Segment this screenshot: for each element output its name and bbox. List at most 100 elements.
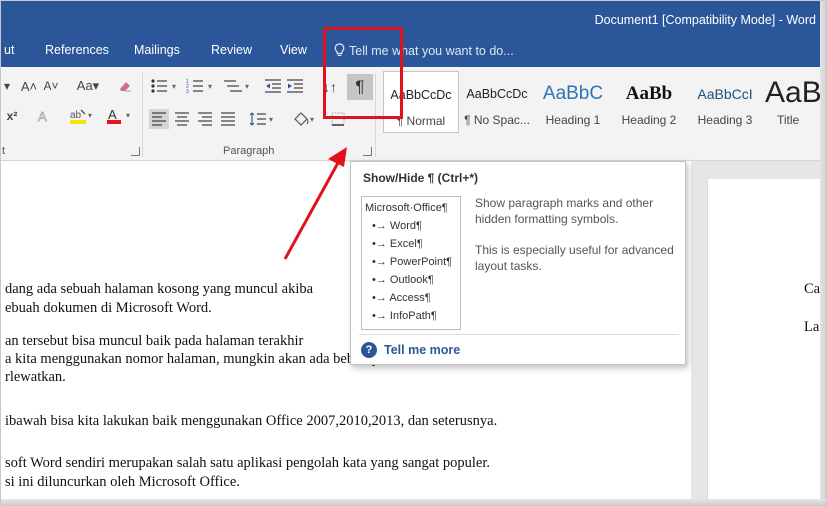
document-line: Ca — [804, 281, 821, 297]
style-sample: AaBbCcI — [697, 86, 753, 102]
eraser-icon — [120, 82, 131, 92]
shrink-font-button[interactable]: A˅ — [41, 77, 61, 95]
highlight-box — [323, 27, 403, 119]
svg-text:▾: ▾ — [310, 115, 314, 124]
svg-text:▾: ▾ — [126, 111, 130, 120]
svg-text:3: 3 — [186, 89, 189, 94]
font-size-dropdown-arrow[interactable]: ▾ — [1, 77, 13, 95]
preview-item: •→ Word¶ — [372, 220, 422, 232]
text-effects-button[interactable]: A — [33, 107, 55, 125]
tab-layout[interactable]: ut — [4, 43, 14, 57]
svg-text:A: A — [108, 107, 117, 122]
text-effects-icon: A — [38, 109, 48, 124]
justify-button[interactable] — [218, 109, 238, 129]
preview-item: •→ Excel¶ — [372, 238, 423, 250]
align-center-button[interactable] — [172, 109, 192, 129]
bullets-icon: ▾ — [151, 79, 176, 93]
align-right-button[interactable] — [195, 109, 215, 129]
tell-me-more-link[interactable]: ? Tell me more — [361, 342, 460, 358]
tooltip-description: This is especially useful for advanced l… — [475, 243, 674, 273]
style-title[interactable]: AaB Title — [763, 71, 822, 133]
svg-text:▾: ▾ — [269, 115, 273, 124]
document-line: dang ada sebuah halaman kosong yang munc… — [5, 281, 314, 297]
svg-text:▾: ▾ — [88, 111, 92, 120]
multilevel-list-button[interactable]: ▾ — [221, 77, 255, 95]
svg-text:A: A — [38, 109, 47, 124]
font-color-button[interactable]: A ▾ — [105, 107, 135, 125]
tab-mark-icon: •→ — [372, 238, 390, 250]
group-separator — [142, 73, 143, 157]
align-left-button[interactable] — [149, 109, 169, 129]
tab-view[interactable]: View — [280, 43, 307, 57]
tab-mark-icon: •→ — [372, 310, 390, 322]
ribbon: ▾ A˄ A˅ Aa▾ x² A ab▾ A▾ t ▾ 123▾ ▾ — [1, 67, 822, 161]
style-heading-2[interactable]: AaBb Heading 2 — [611, 71, 687, 133]
highlight-color-button[interactable]: ab ▾ — [67, 107, 97, 125]
tab-mark-icon: •→ — [372, 256, 390, 268]
screenshot-frame: Document1 [Compatibility Mode] - Word ut… — [0, 0, 827, 506]
document-line: an tersebut bisa muncul baik pada halama… — [5, 333, 304, 349]
style-name: ¶ No Spac... — [464, 113, 530, 127]
style-name: Title — [777, 113, 800, 127]
decrease-indent-icon — [265, 79, 281, 93]
document-line: ibawah bisa kita lakukan baik menggunaka… — [5, 413, 498, 429]
font-group-label: t — [2, 145, 6, 157]
document-line: ebuah dokumen di Microsoft Word. — [5, 300, 212, 316]
tab-references[interactable]: References — [45, 43, 109, 57]
superscript-button[interactable]: x² — [3, 107, 21, 125]
font-dialog-launcher[interactable] — [131, 147, 140, 156]
title-bar: Document1 [Compatibility Mode] - Word ut… — [1, 1, 822, 67]
numbering-icon: 123▾ — [186, 79, 212, 94]
paint-bucket-icon: ▾ — [294, 112, 314, 126]
justify-icon — [221, 112, 235, 126]
styles-gallery: AaBbCcDc ¶ Normal AaBbCcDc ¶ No Spac... … — [379, 71, 822, 133]
clear-formatting-button[interactable] — [115, 77, 135, 95]
change-case-button[interactable]: Aa▾ — [71, 77, 105, 95]
style-sample: AaBbC — [542, 83, 604, 104]
style-sample: AaB — [765, 76, 822, 109]
document-line: soft Word sendiri merupakan salah satu a… — [5, 455, 490, 471]
tab-mark-icon: •→ — [372, 220, 390, 232]
preview-item: •→ Outlook¶ — [372, 274, 434, 286]
frame-shadow — [1, 499, 826, 505]
preview-heading: Microsoft·Office¶ — [365, 202, 448, 214]
style-sample: AaBb — [625, 83, 673, 104]
highlighter-icon: ab ▾ — [70, 109, 92, 124]
tooltip-title: Show/Hide ¶ (Ctrl+*) — [363, 171, 479, 185]
tab-mailings[interactable]: Mailings — [134, 43, 180, 57]
increase-indent-button[interactable] — [285, 77, 305, 95]
style-heading-1[interactable]: AaBbC Heading 1 — [535, 71, 611, 133]
font-color-icon: A ▾ — [107, 107, 130, 124]
next-page[interactable]: Ca La — [707, 179, 822, 501]
preview-item: •→ InfoPath¶ — [372, 310, 437, 322]
style-sample: AaBbCcDc — [466, 87, 528, 101]
grow-font-button[interactable]: A˄ — [19, 77, 39, 95]
tab-review[interactable]: Review — [211, 43, 252, 57]
tab-mark-icon: •→ — [372, 274, 390, 286]
paragraph-dialog-launcher[interactable] — [363, 147, 372, 156]
svg-text:▾: ▾ — [208, 82, 212, 91]
align-left-icon — [152, 112, 166, 126]
align-right-icon — [198, 112, 212, 126]
shading-button[interactable]: ▾ — [291, 109, 317, 129]
decrease-indent-button[interactable] — [263, 77, 283, 95]
increase-indent-icon — [287, 79, 303, 93]
line-spacing-button[interactable]: ▾ — [247, 109, 279, 129]
style-no-spacing[interactable]: AaBbCcDc ¶ No Spac... — [459, 71, 535, 133]
line-spacing-icon: ▾ — [249, 112, 273, 126]
document-line: La — [804, 319, 820, 335]
document-line: si ini diluncurkan oleh Microsoft Office… — [5, 474, 240, 490]
numbering-button[interactable]: 1 2 3 ▾ — [185, 77, 219, 95]
style-heading-3[interactable]: AaBbCcI Heading 3 — [687, 71, 763, 133]
show-hide-tooltip: Show/Hide ¶ (Ctrl+*) Microsoft·Office¶ •… — [350, 161, 686, 365]
formatting-marks-preview: Microsoft·Office¶ •→ Word¶ •→ Excel¶ •→ … — [361, 196, 461, 330]
bullets-button[interactable]: ▾ — [149, 77, 183, 95]
help-link-label: Tell me more — [384, 343, 461, 357]
style-name: Heading 2 — [621, 113, 677, 127]
style-name: Heading 1 — [545, 113, 601, 127]
svg-text:▾: ▾ — [245, 82, 249, 91]
align-center-icon — [175, 112, 189, 126]
svg-text:ab: ab — [70, 110, 82, 121]
preview-item: •→ PowerPoint¶ — [372, 256, 453, 268]
paragraph-group-label: Paragraph — [223, 145, 275, 157]
